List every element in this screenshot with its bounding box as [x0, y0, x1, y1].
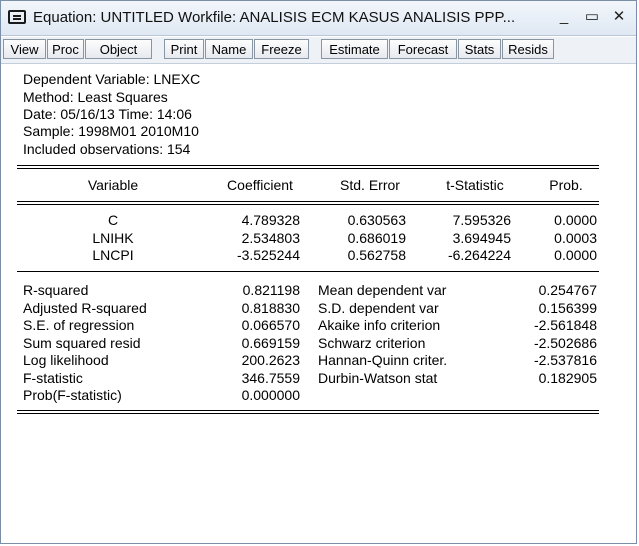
name-button[interactable]: Name — [205, 39, 253, 59]
proc-button[interactable]: Proc — [47, 39, 84, 59]
stat-label: Durbin-Watson stat — [318, 370, 438, 386]
coef-value: -3.525244 — [236, 247, 300, 263]
stat-value: 0.182905 — [538, 370, 597, 386]
stat-value: 0.818830 — [241, 300, 300, 316]
stat-value: -2.561848 — [533, 317, 597, 333]
sample-text: Sample: 1998M01 2010M10 — [23, 123, 199, 139]
equation-window: Equation: UNTITLED Workfile: ANALISIS EC… — [0, 0, 637, 544]
divider — [17, 410, 599, 411]
divider — [17, 201, 599, 202]
stat-value: 0.156399 — [538, 300, 597, 316]
stat-label: Schwarz criterion — [318, 335, 426, 351]
divider — [17, 413, 599, 414]
stat-label: S.D. dependent var — [318, 300, 439, 316]
coef-prob: 0.0000 — [554, 212, 597, 228]
stat-label: F-statistic — [23, 370, 83, 386]
col-header-prob: Prob. — [549, 177, 583, 193]
coef-std-error: 0.686019 — [347, 230, 406, 246]
minimize-button[interactable]: _ — [553, 7, 575, 27]
coef-t-statistic: -6.264224 — [447, 247, 511, 263]
dependent-variable-text: Dependent Variable: LNEXC — [23, 71, 201, 87]
divider — [17, 271, 599, 272]
coef-value: 4.789328 — [241, 212, 300, 228]
stat-value: 0.066570 — [241, 317, 300, 333]
stats-button[interactable]: Stats — [458, 39, 501, 59]
stat-label: Adjusted R-squared — [23, 300, 147, 316]
col-header-coefficient: Coefficient — [227, 177, 293, 193]
toolbar: View Proc Object Print Name Freeze Estim… — [1, 37, 636, 64]
resids-button[interactable]: Resids — [502, 39, 554, 59]
view-button[interactable]: View — [3, 39, 46, 59]
divider — [17, 165, 599, 166]
stat-value: 346.7559 — [241, 370, 300, 386]
divider — [17, 204, 599, 205]
observations-text: Included observations: 154 — [23, 141, 191, 157]
stat-label: R-squared — [23, 282, 89, 298]
coef-t-statistic: 7.595326 — [452, 212, 511, 228]
coef-variable: LNCPI — [92, 247, 134, 263]
coef-prob: 0.0000 — [554, 247, 597, 263]
coef-prob: 0.0003 — [554, 230, 597, 246]
stat-value: 0.821198 — [242, 282, 300, 298]
stat-value: 0.669159 — [241, 335, 300, 351]
stat-value: -2.502686 — [533, 335, 597, 351]
method-text: Method: Least Squares — [23, 89, 168, 105]
col-header-t-statistic: t-Statistic — [446, 177, 504, 193]
stat-value: 200.2623 — [241, 352, 300, 368]
stat-label: Prob(F-statistic) — [23, 387, 122, 403]
stat-label: Mean dependent var — [318, 282, 447, 298]
print-button[interactable]: Print — [164, 39, 204, 59]
estimate-button[interactable]: Estimate — [321, 39, 388, 59]
coef-t-statistic: 3.694945 — [452, 230, 511, 246]
stat-value: -2.537816 — [533, 352, 597, 368]
freeze-button[interactable]: Freeze — [254, 39, 309, 59]
maximize-button[interactable]: ▭ — [581, 7, 603, 27]
coef-variable: C — [107, 212, 119, 228]
col-header-std-error: Std. Error — [340, 177, 400, 193]
coef-std-error: 0.562758 — [347, 247, 406, 263]
stat-label: Akaike info criterion — [318, 317, 441, 333]
forecast-button[interactable]: Forecast — [389, 39, 457, 59]
stat-label: Log likelihood — [23, 352, 109, 368]
coef-std-error: 0.630563 — [347, 212, 406, 228]
title-bar[interactable]: Equation: UNTITLED Workfile: ANALISIS EC… — [1, 1, 636, 36]
stat-label: Sum squared resid — [23, 335, 141, 351]
divider — [17, 168, 599, 169]
date-text: Date: 05/16/13 Time: 14:06 — [23, 106, 192, 122]
coef-variable: LNIHK — [92, 230, 134, 246]
stat-label: S.E. of regression — [23, 317, 135, 333]
col-header-variable: Variable — [87, 177, 139, 193]
stat-label: Hannan-Quinn criter. — [318, 352, 448, 368]
window-title: Equation: UNTITLED Workfile: ANALISIS EC… — [33, 9, 516, 26]
close-button[interactable]: ✕ — [608, 7, 630, 27]
coef-value: 2.534803 — [241, 230, 300, 246]
stat-value: 0.254767 — [538, 282, 597, 298]
object-button[interactable]: Object — [85, 39, 152, 59]
equation-window-icon[interactable] — [8, 10, 26, 24]
stat-value: 0.000000 — [241, 387, 300, 403]
